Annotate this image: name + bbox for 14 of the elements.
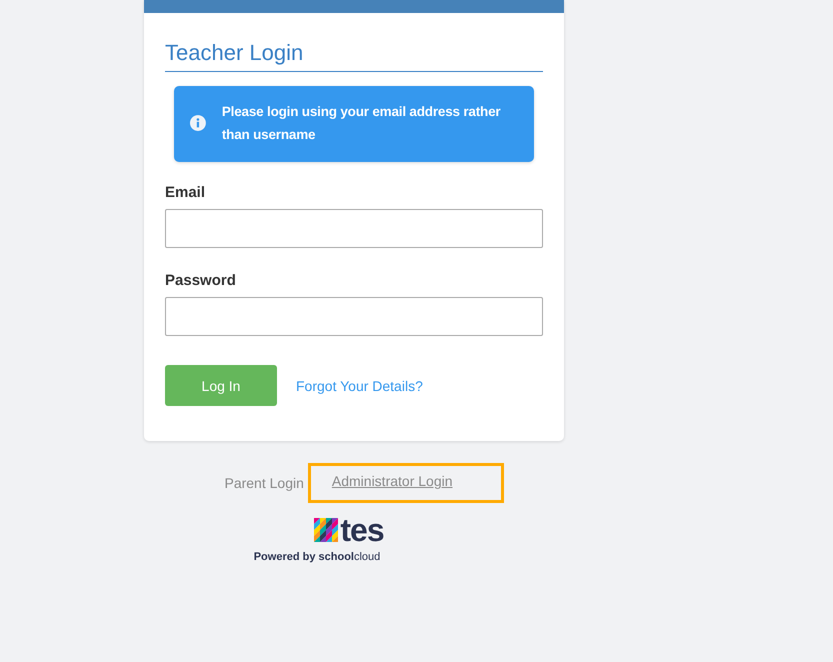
administrator-login-link[interactable]: Administrator Login <box>308 463 504 503</box>
info-icon <box>190 113 206 133</box>
forgot-details-link[interactable]: Forgot Your Details? <box>296 378 423 394</box>
tes-logo-icon <box>314 518 338 542</box>
brand-logo-text: tes <box>340 515 384 545</box>
parent-login-link[interactable]: Parent Login <box>224 465 304 501</box>
alert-text: Please login using your email address rather than username <box>222 103 502 144</box>
login-title: Teacher Login <box>165 40 543 72</box>
login-button[interactable]: Log In <box>165 365 277 406</box>
field-label: Email <box>165 184 206 201</box>
input-field[interactable] <box>165 297 543 336</box>
input-field[interactable] <box>165 209 543 248</box>
field-label: Password <box>165 272 237 289</box>
powered-by-text: Powered by schoolcloud <box>254 551 380 563</box>
